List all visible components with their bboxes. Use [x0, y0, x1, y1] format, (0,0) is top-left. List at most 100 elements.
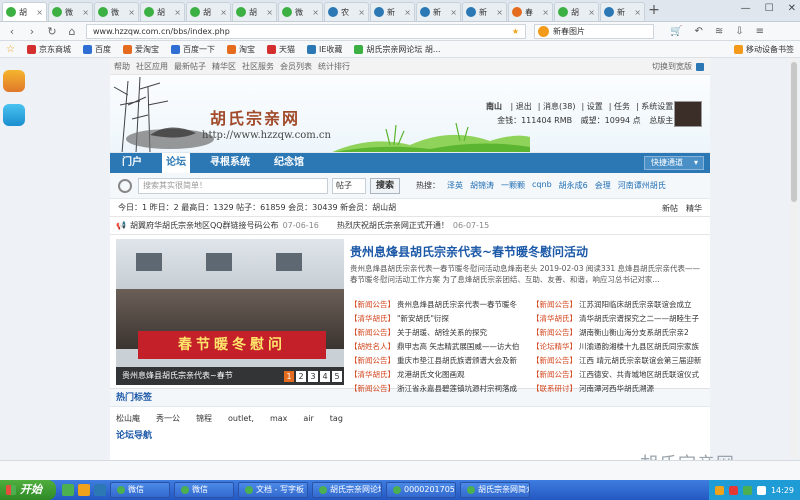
tab-close-icon[interactable]: ×: [634, 8, 641, 17]
pager-button[interactable]: 3: [308, 371, 318, 382]
bookmark-item[interactable]: IE收藏: [306, 44, 342, 55]
browser-tab[interactable]: 胡 ×: [232, 2, 277, 21]
bookmark-item[interactable]: 百度一下: [170, 44, 215, 55]
user-link[interactable]: | 消息(38): [538, 102, 576, 111]
taskbar-window-button[interactable]: 微信: [174, 482, 234, 498]
bookmark-mobile[interactable]: 移动设备书签: [734, 44, 794, 55]
tab-close-icon[interactable]: ×: [220, 8, 227, 17]
nav-tab[interactable]: 论坛: [162, 153, 190, 173]
hot-search-link[interactable]: 会理: [595, 180, 611, 191]
taskbar-window-button[interactable]: 文档 - 写字板: [238, 482, 308, 498]
user-link[interactable]: | 系统设置: [636, 102, 673, 111]
news-list-item[interactable]: 【论坛精华】 川渝通韵湘楼十九县区胡氏同宗家族: [532, 341, 708, 352]
tab-close-icon[interactable]: ×: [174, 8, 181, 17]
news-list-item[interactable]: 【新闻公告】 关于胡瑗、胡铨关系的探究: [350, 327, 526, 338]
browser-tab[interactable]: 微 ×: [94, 2, 139, 21]
browser-tab[interactable]: 新 ×: [416, 2, 461, 21]
browser-tab[interactable]: 胡 ×: [186, 2, 231, 21]
home-icon[interactable]: ⌂: [66, 25, 78, 38]
hot-tag-link[interactable]: outlet,: [228, 414, 254, 423]
news-list-item[interactable]: 【胡姓名人】 鼎甲志高 矢志精武展国威——访大伯: [350, 341, 526, 352]
maximize-icon[interactable]: ☐: [765, 3, 774, 14]
hot-search-link[interactable]: 一颗颗: [501, 180, 525, 191]
user-link[interactable]: | 退出: [511, 102, 532, 111]
topstrip-link[interactable]: 统计排行: [318, 61, 350, 72]
tab-close-icon[interactable]: ×: [312, 8, 319, 17]
topstrip-link[interactable]: 帮助: [114, 61, 130, 72]
stats-filter-link[interactable]: 精华: [686, 203, 702, 214]
news-list-item[interactable]: 【清华胡氏】 龙港胡氏文化图画观: [350, 369, 526, 380]
browser-tab[interactable]: 微 ×: [278, 2, 323, 21]
hot-search-link[interactable]: 胡锦涛: [470, 180, 494, 191]
news-list-item[interactable]: 【新闻公告】 江西 靖元胡氏宗亲联谊会第三届迎新: [532, 355, 708, 366]
featured-photo[interactable]: 春节暖冬慰问 贵州息烽县胡氏宗亲代表~春节 12345: [116, 239, 344, 385]
quick-channel-button[interactable]: 快捷通道 ▾: [644, 156, 704, 170]
search-button[interactable]: 搜索: [370, 177, 401, 194]
search-type-select[interactable]: 帖子: [332, 177, 366, 194]
tray-icon[interactable]: [742, 485, 752, 495]
taskbar-window-button[interactable]: 微信: [110, 482, 170, 498]
user-link[interactable]: | 任务: [609, 102, 630, 111]
tab-close-icon[interactable]: ×: [82, 8, 89, 17]
page-scrollbar[interactable]: [790, 58, 798, 458]
scrollbar-thumb[interactable]: [791, 62, 797, 202]
pager-button[interactable]: 5: [332, 371, 342, 382]
bookmark-item[interactable]: 百度: [82, 44, 111, 55]
browser-tab[interactable]: 农 ×: [324, 2, 369, 21]
browser-tab[interactable]: 春 ×: [508, 2, 553, 21]
topstrip-link[interactable]: 社区服务: [242, 61, 274, 72]
announcement-link[interactable]: 热烈庆祝胡氏宗亲网正式开通！: [337, 220, 449, 231]
user-avatar[interactable]: [674, 101, 702, 127]
tab-close-icon[interactable]: ×: [542, 8, 549, 17]
minimize-icon[interactable]: —: [741, 3, 751, 14]
tray-icon[interactable]: [728, 485, 738, 495]
tab-close-icon[interactable]: ×: [266, 8, 273, 17]
taskbar-window-button[interactable]: 胡氏宗亲网简介: [460, 482, 530, 498]
news-list-item[interactable]: 【新闻公告】 贵州息烽县胡氏宗亲代表一春节暖冬: [350, 299, 526, 310]
news-list-item[interactable]: 【新闻公告】 江苏润阳临床胡氏宗亲联谊会成立: [532, 299, 708, 310]
news-list-item[interactable]: 【新闻公告】 重庆市垫江县胡氏族谱颁谱大会及新: [350, 355, 526, 366]
topstrip-link[interactable]: 最新帖子: [174, 61, 206, 72]
wide-toggle[interactable]: 切换到宽版: [652, 61, 704, 72]
tab-close-icon[interactable]: ×: [128, 8, 135, 17]
featured-title[interactable]: 贵州息烽县胡氏宗亲代表~春节暖冬慰问活动: [350, 243, 588, 260]
browser-tab[interactable]: 胡 ×: [140, 2, 185, 21]
undo-icon[interactable]: ↶: [694, 26, 702, 37]
bookmark-item[interactable]: 京东商城: [26, 44, 71, 55]
hot-tag-link[interactable]: 秀一公: [156, 413, 180, 424]
nav-tab[interactable]: 门户: [118, 153, 146, 173]
hot-search-link[interactable]: 河南谭州胡氏: [618, 180, 666, 191]
menu-icon[interactable]: ≡: [756, 26, 764, 37]
bookmark-item[interactable]: 天猫: [266, 44, 295, 55]
tab-close-icon[interactable]: ×: [358, 8, 365, 17]
download-icon[interactable]: ⇩: [735, 26, 743, 37]
tray-icon[interactable]: [756, 485, 766, 495]
news-list-item[interactable]: 【新闻公告】 湖南衡山衡山海分支系胡氏宗亲2: [532, 327, 708, 338]
browser-tab[interactable]: 胡 ×: [2, 2, 47, 21]
hot-tag-link[interactable]: air: [303, 414, 313, 423]
forum-search-input[interactable]: 搜索其实很简单！: [138, 177, 328, 194]
taskbar-window-button[interactable]: 胡氏宗亲网论坛: [312, 482, 382, 498]
user-link[interactable]: | 设置: [581, 102, 602, 111]
quicklaunch-icon[interactable]: [62, 484, 74, 496]
bookmark-item[interactable]: 胡氏宗亲网论坛 胡...: [354, 44, 441, 55]
bookmark-star-icon[interactable]: ☆: [6, 44, 15, 55]
refresh-icon[interactable]: ↻: [46, 25, 58, 38]
hot-tag-link[interactable]: 锦程: [196, 413, 212, 424]
hot-tag-link[interactable]: 松山庵: [116, 413, 140, 424]
news-list-item[interactable]: 【新闻公告】 浙江省永嘉县碧莲镇坑源村宗祠落成: [350, 383, 526, 394]
nav-tab[interactable]: 纪念馆: [270, 153, 308, 173]
bookmark-item[interactable]: 淘宝: [226, 44, 255, 55]
tab-close-icon[interactable]: ×: [588, 8, 595, 17]
new-tab-button[interactable]: +: [646, 2, 662, 21]
hot-tag-link[interactable]: max: [270, 414, 287, 423]
browser-tab[interactable]: 微 ×: [48, 2, 93, 21]
username-link[interactable]: 南山: [486, 102, 502, 111]
announcement-link[interactable]: 胡翼府华胡氏宗亲地区QQ群链接号码公布: [130, 220, 279, 231]
url-input[interactable]: www.hzzqw.com.cn/bbs/index.php ★: [86, 23, 526, 39]
start-button[interactable]: 开始: [0, 480, 56, 500]
news-list-item[interactable]: 【新闻公告】 江西德安、共青城地区胡氏联谊仪式: [532, 369, 708, 380]
topstrip-link[interactable]: 会员列表: [280, 61, 312, 72]
taskbar-window-button[interactable]: 0000201705(1): [386, 482, 456, 498]
hot-tag-link[interactable]: tag: [330, 414, 343, 423]
